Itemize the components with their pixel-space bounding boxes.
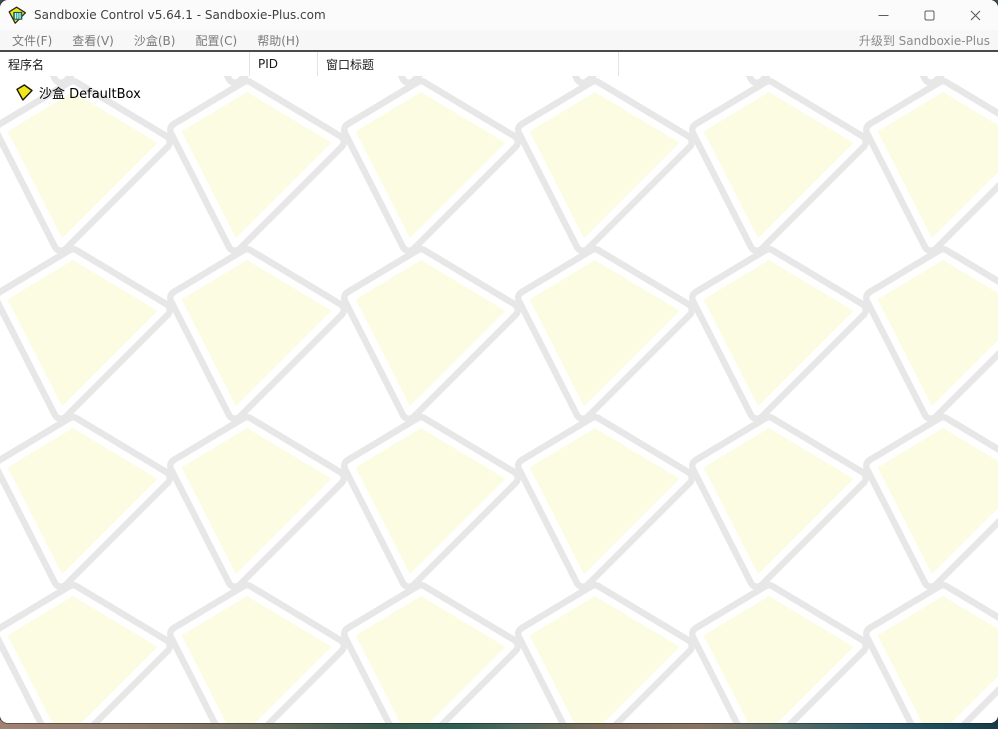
window-controls (860, 0, 998, 30)
sandbox-icon (16, 84, 33, 101)
sandbox-row-defaultbox[interactable]: 沙盒 DefaultBox (15, 82, 145, 103)
column-header-pid[interactable]: PID (250, 52, 318, 76)
column-header-window-title[interactable]: 窗口标题 (318, 52, 619, 76)
close-button[interactable] (952, 0, 998, 30)
column-header-spacer (619, 52, 998, 76)
sandboxie-app-icon (8, 6, 27, 25)
upgrade-to-plus-link[interactable]: 升级到 Sandboxie-Plus (859, 32, 990, 49)
maximize-icon (924, 10, 935, 21)
menu-sandbox[interactable]: 沙盒(B) (124, 30, 186, 51)
menu-config[interactable]: 配置(C) (185, 30, 247, 51)
titlebar[interactable]: Sandboxie Control v5.64.1 - Sandboxie-Pl… (0, 0, 998, 30)
minimize-icon (878, 10, 889, 21)
maximize-button[interactable] (906, 0, 952, 30)
menu-help[interactable]: 帮助(H) (247, 30, 309, 51)
sandboxie-control-window: Sandboxie Control v5.64.1 - Sandboxie-Pl… (0, 0, 998, 723)
sandbox-row-label: 沙盒 DefaultBox (39, 83, 141, 102)
process-list-area[interactable]: 沙盒 DefaultBox (0, 76, 998, 723)
close-icon (970, 10, 981, 21)
sandboxie-watermark-pattern (0, 76, 998, 723)
list-column-header: 程序名 PID 窗口标题 (0, 52, 998, 76)
menubar: 文件(F) 查看(V) 沙盒(B) 配置(C) 帮助(H) 升级到 Sandbo… (0, 30, 998, 52)
minimize-button[interactable] (860, 0, 906, 30)
menu-view[interactable]: 查看(V) (62, 30, 124, 51)
column-header-program-name[interactable]: 程序名 (0, 52, 250, 76)
menu-file[interactable]: 文件(F) (2, 30, 62, 51)
window-title: Sandboxie Control v5.64.1 - Sandboxie-Pl… (34, 8, 326, 22)
